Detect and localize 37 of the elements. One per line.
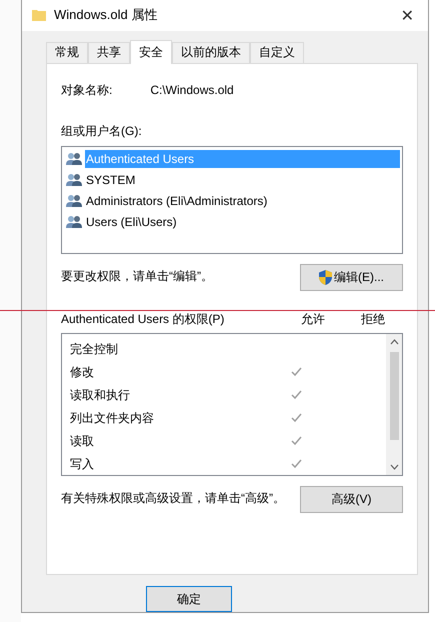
users-icon <box>66 152 83 166</box>
tab[interactable]: 安全 <box>130 40 172 64</box>
tab[interactable]: 自定义 <box>250 42 304 63</box>
group-item[interactable]: Users (Eli\Users) <box>85 213 178 232</box>
advanced-button[interactable]: 高级(V) <box>300 486 403 513</box>
users-icon <box>66 194 83 208</box>
object-name-value: C:\Windows.old <box>150 83 234 98</box>
permissions-label: Authenticated Users 的权限(P) <box>61 310 226 328</box>
object-name-label: 对象名称: <box>61 82 112 99</box>
permission-name: 完全控制 <box>70 340 119 358</box>
edit-hint: 要更改权限，请单击“编辑”。 <box>61 268 213 285</box>
scroll-up-icon[interactable] <box>390 338 398 345</box>
group-item[interactable]: SYSTEM <box>85 171 136 190</box>
tab[interactable]: 共享 <box>88 42 130 63</box>
ok-button[interactable]: 确定 <box>146 586 232 612</box>
tab[interactable]: 常规 <box>46 42 88 63</box>
permission-name: 读取 <box>70 432 95 450</box>
shield-icon <box>319 270 332 285</box>
scrollbar[interactable] <box>386 334 402 475</box>
group-item[interactable]: Administrators (Eli\Administrators) <box>85 192 268 210</box>
tab[interactable]: 以前的版本 <box>172 42 250 63</box>
groups-label: 组或用户名(G): <box>61 122 143 140</box>
deny-header: 拒绝 <box>361 310 385 328</box>
edit-button[interactable]: 编辑(E)... <box>300 264 403 291</box>
allow-header: 允许 <box>301 310 325 328</box>
permission-name: 列出文件夹内容 <box>70 410 155 427</box>
users-icon <box>66 215 83 230</box>
scroll-thumb[interactable] <box>390 352 398 440</box>
folder-icon <box>32 9 46 22</box>
permission-name: 写入 <box>70 456 95 473</box>
close-button[interactable]: ✕ <box>394 6 420 25</box>
permission-name: 读取和执行 <box>70 386 131 404</box>
permission-name: 修改 <box>70 364 95 381</box>
users-icon <box>66 173 83 188</box>
scroll-down-icon[interactable] <box>390 464 398 470</box>
window-title: Windows.old 属性 <box>54 6 158 24</box>
advanced-hint: 有关特殊权限或高级设置，请单击“高级”。 <box>61 490 285 507</box>
